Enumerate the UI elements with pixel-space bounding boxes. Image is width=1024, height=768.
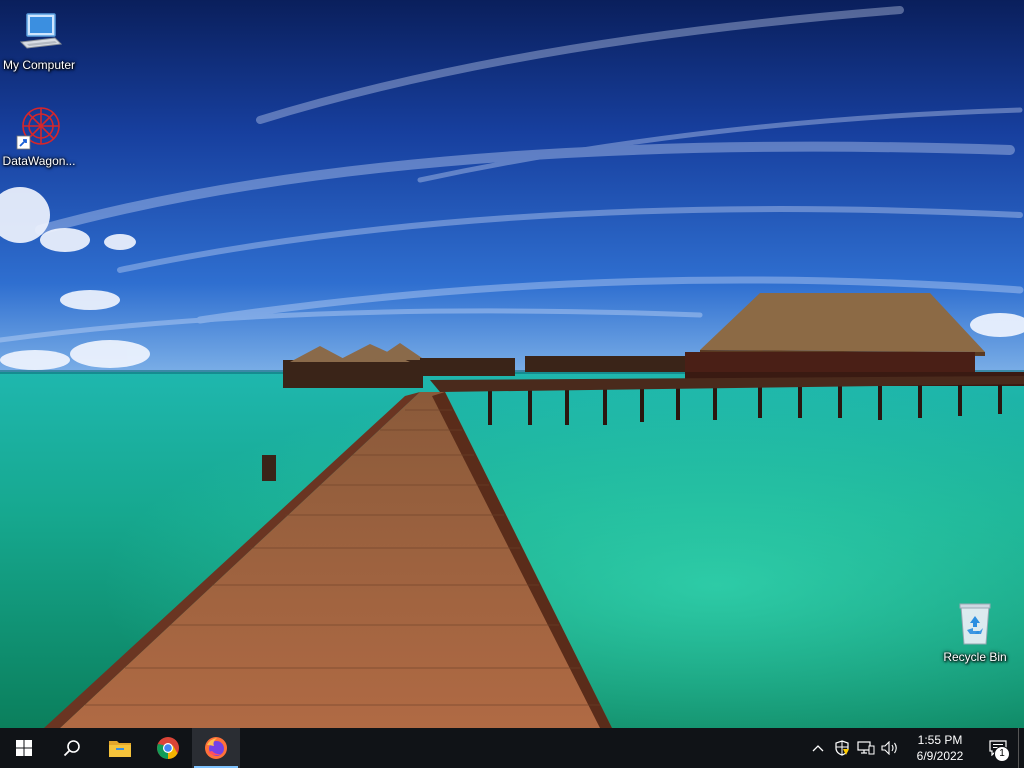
taskbar-clock[interactable]: 1:55 PM 6/9/2022 — [902, 728, 978, 768]
recycle-bin-icon — [959, 603, 991, 645]
taskbar-chrome[interactable] — [144, 728, 192, 768]
start-button[interactable] — [0, 728, 48, 768]
shield-warning-icon — [835, 740, 849, 756]
show-desktop-button[interactable] — [1018, 728, 1024, 768]
desktop-icon-label: DataWagon... — [2, 154, 76, 168]
taskbar-file-explorer[interactable] — [96, 728, 144, 768]
volume-tray-button[interactable] — [878, 728, 902, 768]
chevron-up-icon — [812, 745, 824, 752]
desktop-icon-datawagon[interactable]: DataWagon... — [0, 104, 78, 168]
taskbar: 1:55 PM 6/9/2022 1 — [0, 728, 1024, 768]
taskbar-firefox[interactable] — [192, 728, 240, 768]
system-tray: 1:55 PM 6/9/2022 1 — [806, 728, 1024, 768]
action-center-button[interactable]: 1 — [978, 728, 1018, 768]
notification-count-badge: 1 — [994, 746, 1010, 762]
desktop-icon-label: My Computer — [2, 58, 76, 72]
desktop-icon-label: Recycle Bin — [943, 650, 1007, 664]
show-hidden-icons-button[interactable] — [806, 728, 830, 768]
firefox-icon — [205, 737, 227, 759]
network-icon — [857, 741, 875, 755]
desktop-icon-my-computer[interactable]: My Computer — [0, 8, 78, 72]
windows-logo-icon — [16, 740, 32, 756]
desktop-wallpaper — [0, 0, 1024, 728]
clock-date: 6/9/2022 — [916, 749, 964, 763]
security-tray-button[interactable] — [830, 728, 854, 768]
clock-time: 1:55 PM — [917, 733, 963, 747]
search-icon — [63, 740, 80, 757]
network-tray-button[interactable] — [854, 728, 878, 768]
search-button[interactable] — [48, 728, 96, 768]
computer-icon — [19, 13, 63, 49]
speaker-icon — [881, 741, 897, 755]
chrome-icon — [157, 737, 179, 759]
datawagon-shortcut-icon — [16, 107, 60, 150]
desktop-icon-recycle-bin[interactable]: Recycle Bin — [936, 600, 1014, 664]
folder-icon — [109, 741, 131, 757]
